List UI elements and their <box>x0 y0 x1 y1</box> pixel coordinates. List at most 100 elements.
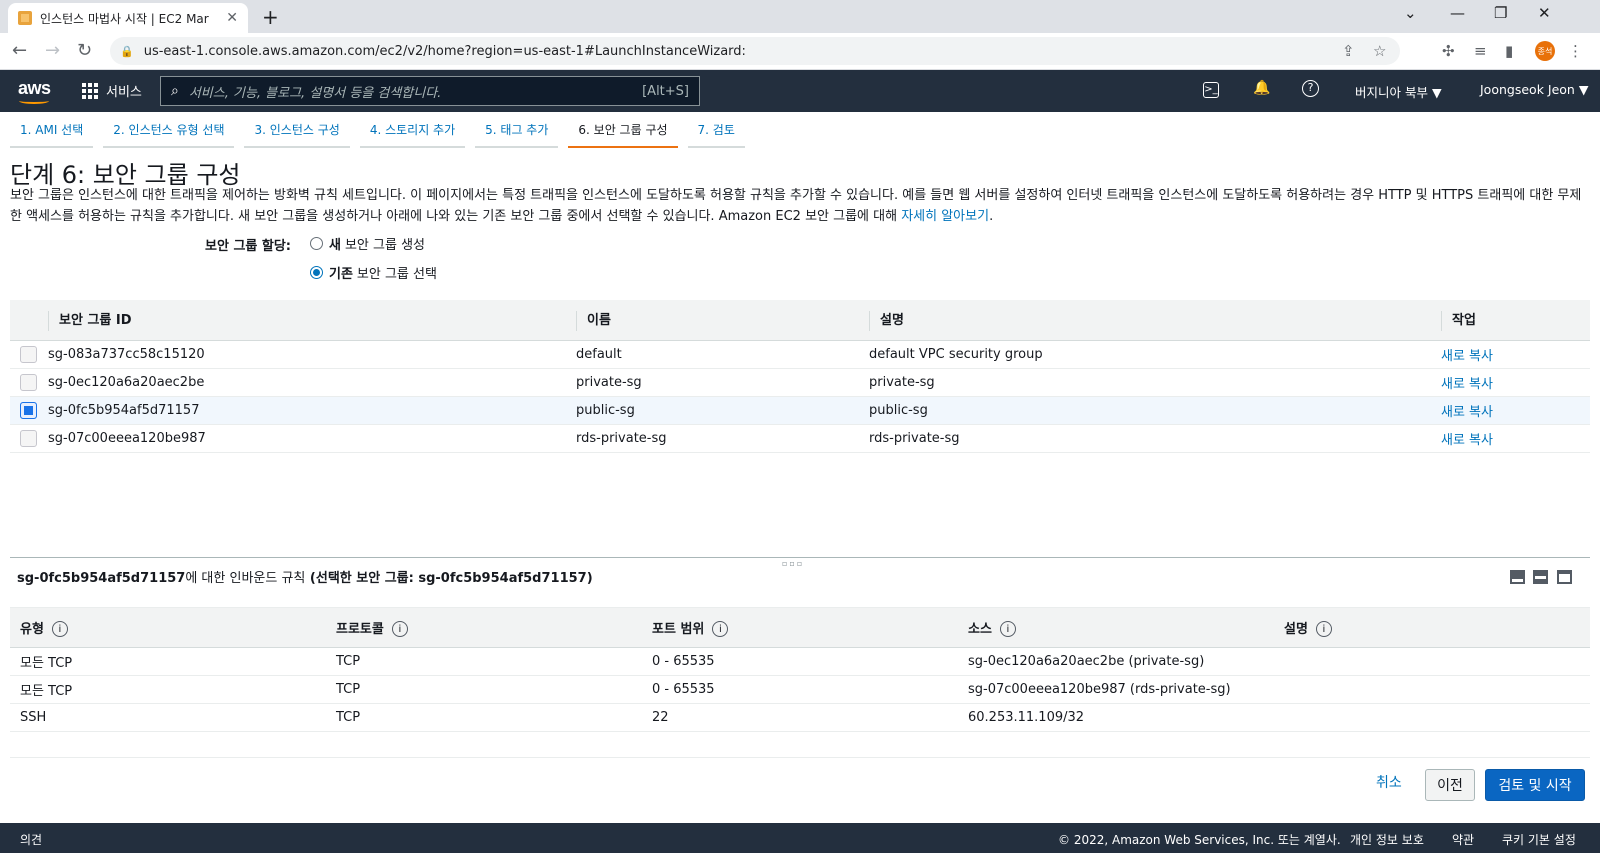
wizard-steps: 1. AMI 선택 2. 인스턴스 유형 선택 3. 인스턴스 구성 4. 스토… <box>10 116 755 148</box>
copy-to-new-link[interactable]: 새로 복사 <box>1441 405 1493 420</box>
media-icon[interactable]: ≡ <box>1474 42 1487 60</box>
close-tab-icon[interactable]: ✕ <box>226 10 238 26</box>
copy-to-new-link[interactable]: 새로 복사 <box>1441 349 1493 364</box>
radio-new-label: 보안 그룹 생성 <box>344 238 425 253</box>
rule-desc <box>1274 703 1590 732</box>
info-icon[interactable]: i <box>712 621 729 638</box>
region-selector[interactable]: 버지니아 북부 ▼ <box>1355 82 1442 101</box>
menu-kebab-icon[interactable]: ⋮ <box>1568 42 1583 60</box>
rule-port: 22 <box>642 703 958 732</box>
cancel-button[interactable]: 취소 <box>1376 772 1402 792</box>
notifications-bell-icon[interactable]: 🔔 <box>1252 80 1272 100</box>
info-icon[interactable]: i <box>51 621 68 638</box>
step-ami[interactable]: 1. AMI 선택 <box>10 116 94 148</box>
info-icon[interactable]: i <box>1315 621 1332 638</box>
tab-search-chevron-icon[interactable]: ⌄ <box>1404 4 1417 22</box>
new-tab-button[interactable]: + <box>262 5 279 29</box>
minimize-icon[interactable]: — <box>1450 4 1465 22</box>
console-search-input[interactable]: ⌕ 서비스, 기능, 블로그, 설명서 등을 검색합니다. [Alt+S] <box>160 76 700 106</box>
grid-icon <box>82 82 98 99</box>
browser-toolbar: ← → ↻ 🔒 us-east-1.console.aws.amazon.com… <box>0 33 1600 70</box>
table-row[interactable]: sg-0ec120a6a20aec2be private-sg private-… <box>10 368 1590 397</box>
step-instance-type[interactable]: 2. 인스턴스 유형 선택 <box>103 116 235 148</box>
cookie-preferences-link[interactable]: 쿠키 기본 설정 <box>1502 831 1576 848</box>
inbound-title-paren: (선택한 보안 그룹: sg-0fc5b954af5d71157) <box>309 571 593 586</box>
rule-port: 0 - 65535 <box>642 647 958 676</box>
sg-name: public-sg <box>576 396 869 425</box>
col-header-protocol-text: 프로토콜 <box>336 621 384 637</box>
sg-desc: default VPC security group <box>869 340 1441 369</box>
step-review[interactable]: 7. 검토 <box>687 116 745 148</box>
sg-id: sg-083a737cc58c15120 <box>48 340 576 369</box>
side-panel-icon[interactable]: ▮ <box>1505 42 1513 60</box>
row-checkbox[interactable] <box>20 429 37 447</box>
sg-name: private-sg <box>576 368 869 397</box>
cloudshell-icon[interactable]: >_ <box>1203 82 1219 98</box>
table-row-selected[interactable]: sg-0fc5b954af5d71157 public-sg public-sg… <box>10 396 1590 425</box>
step-add-tags[interactable]: 5. 태그 추가 <box>475 116 559 148</box>
extensions-icon[interactable]: ✣ <box>1442 42 1455 60</box>
assign-security-group-label: 보안 그룹 할당: <box>205 239 292 254</box>
sg-desc: private-sg <box>869 368 1441 397</box>
forward-icon[interactable]: → <box>45 40 60 61</box>
sg-name: rds-private-sg <box>576 424 869 453</box>
feedback-link[interactable]: 의견 <box>20 831 42 848</box>
radio-button[interactable] <box>310 237 323 250</box>
step-add-storage[interactable]: 4. 스토리지 추가 <box>359 116 466 148</box>
radio-existing-label: 보안 그룹 선택 <box>356 267 437 282</box>
pane-maximize-icon[interactable] <box>1510 570 1525 584</box>
inbound-sg-id: sg-0fc5b954af5d71157 <box>17 571 186 586</box>
sg-id: sg-0ec120a6a20aec2be <box>48 368 576 397</box>
radio-select-existing[interactable]: 기존 보안 그룹 선택 <box>310 263 437 282</box>
col-header-source: 소스 i <box>958 607 1274 648</box>
security-groups-table: 보안 그룹 ID 이름 설명 작업 sg-083a737cc58c15120 d… <box>10 300 1590 453</box>
description-period: . <box>989 209 994 224</box>
rule-type: 모든 TCP <box>10 675 326 704</box>
services-menu-button[interactable]: 서비스 <box>82 81 142 100</box>
back-icon[interactable]: ← <box>12 40 27 61</box>
restore-icon[interactable]: ❐ <box>1494 4 1507 22</box>
table-row[interactable]: sg-083a737cc58c15120 default default VPC… <box>10 340 1590 369</box>
copy-to-new-link[interactable]: 새로 복사 <box>1441 433 1493 448</box>
info-icon[interactable]: i <box>999 621 1016 638</box>
help-icon[interactable]: ? <box>1302 80 1319 97</box>
privacy-link[interactable]: 개인 정보 보호 <box>1350 831 1424 848</box>
col-header-type: 유형 i <box>10 607 326 648</box>
profile-avatar[interactable]: 종석 <box>1535 41 1555 61</box>
review-and-launch-button[interactable]: 검토 및 시작 <box>1485 769 1585 801</box>
step-configure-instance[interactable]: 3. 인스턴스 구성 <box>244 116 350 148</box>
pane-divider[interactable] <box>10 557 1590 558</box>
pane-split-icon[interactable] <box>1533 570 1548 584</box>
address-bar[interactable]: 🔒 us-east-1.console.aws.amazon.com/ec2/v… <box>110 37 1400 65</box>
row-checkbox[interactable] <box>20 373 37 391</box>
previous-button[interactable]: 이전 <box>1425 769 1475 801</box>
radio-button-selected[interactable] <box>310 266 323 279</box>
pane-minimize-icon[interactable] <box>1557 570 1572 584</box>
row-checkbox[interactable] <box>20 345 37 363</box>
table-row[interactable]: sg-07c00eeea120be987 rds-private-sg rds-… <box>10 424 1590 453</box>
copy-to-new-link[interactable]: 새로 복사 <box>1441 377 1493 392</box>
col-header-action-text: 작업 <box>1452 313 1476 328</box>
account-menu[interactable]: Joongseok Jeon ▼ <box>1480 82 1588 97</box>
col-header-protocol: 프로토콜 i <box>326 607 642 648</box>
sg-id: sg-07c00eeea120be987 <box>48 424 576 453</box>
learn-more-link[interactable]: 자세히 알아보기 <box>901 209 989 224</box>
browser-tab[interactable]: 인스턴스 마법사 시작 | EC2 Mar ✕ <box>8 3 248 33</box>
aws-logo[interactable]: aws <box>18 78 51 104</box>
step-security-group[interactable]: 6. 보안 그룹 구성 <box>568 116 678 148</box>
drag-handle-icon[interactable]: ▫▫▫ <box>782 559 804 568</box>
share-icon[interactable]: ⇪ <box>1342 42 1355 60</box>
table-row: SSH TCP 22 60.253.11.109/32 <box>10 703 1590 732</box>
col-header-source-text: 소스 <box>968 621 992 637</box>
close-window-icon[interactable]: ✕ <box>1538 4 1551 22</box>
terms-link[interactable]: 약관 <box>1452 831 1474 848</box>
reload-icon[interactable]: ↻ <box>77 40 92 61</box>
bookmark-star-icon[interactable]: ☆ <box>1373 42 1386 60</box>
search-icon: ⌕ <box>171 83 179 99</box>
info-icon[interactable]: i <box>391 621 408 638</box>
row-checkbox-checked[interactable] <box>20 401 37 419</box>
aws-logo-text: aws <box>18 78 51 98</box>
sg-id: sg-0fc5b954af5d71157 <box>48 396 576 425</box>
aws-smile-icon <box>19 98 49 104</box>
radio-create-new[interactable]: 새 보안 그룹 생성 <box>310 234 425 253</box>
